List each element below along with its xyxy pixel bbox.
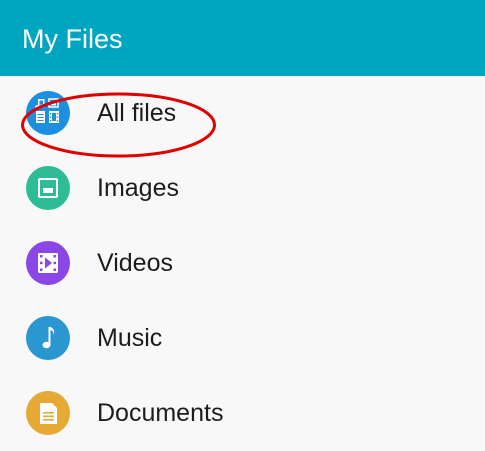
category-item-images[interactable]: Images	[0, 151, 485, 226]
video-icon	[26, 241, 70, 285]
category-label-videos: Videos	[97, 249, 173, 277]
app-bar: My Files	[0, 0, 485, 76]
category-label-images: Images	[97, 174, 179, 202]
category-item-videos[interactable]: Videos	[0, 226, 485, 301]
category-item-music[interactable]: Music	[0, 301, 485, 376]
category-item-documents[interactable]: Documents	[0, 376, 485, 451]
music-note-icon	[26, 316, 70, 360]
app-title: My Files	[22, 24, 123, 54]
category-label-music: Music	[97, 324, 163, 352]
image-icon	[26, 166, 70, 210]
highlight-annotation	[21, 92, 216, 158]
category-label-documents: Documents	[97, 399, 224, 427]
document-icon	[26, 391, 70, 435]
